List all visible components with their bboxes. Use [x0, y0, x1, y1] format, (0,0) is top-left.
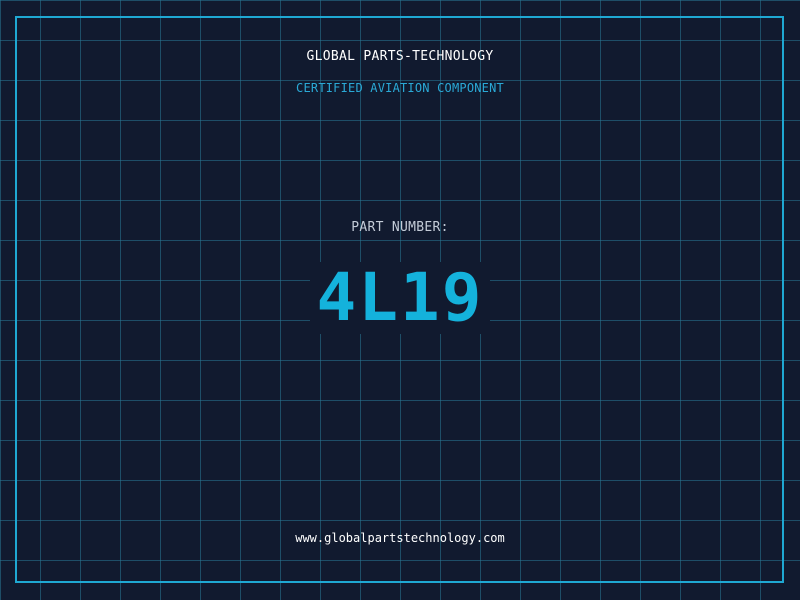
brand-title: GLOBAL PARTS-TECHNOLOGY: [306, 49, 494, 64]
website-url: www.globalpartstechnology.com: [295, 531, 505, 545]
part-number-label: PART NUMBER:: [351, 220, 449, 235]
brand-tagline: CERTIFIED AVIATION COMPONENT: [296, 81, 504, 95]
part-number-value: 4L19: [316, 259, 484, 336]
